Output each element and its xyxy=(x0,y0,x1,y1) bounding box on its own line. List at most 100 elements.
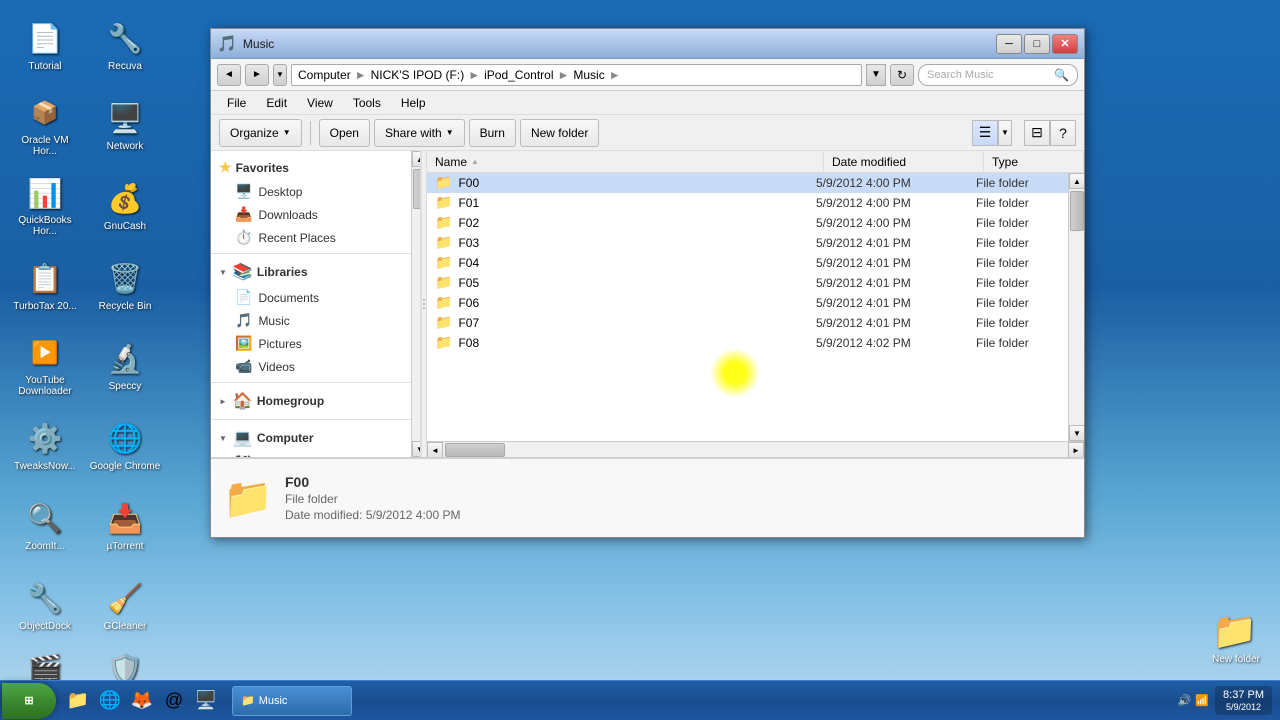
taskbar-icon-firefox[interactable]: 🦊 xyxy=(128,687,156,715)
nav-scroll-up[interactable]: ▲ xyxy=(412,151,421,167)
refresh-button[interactable]: ↻ xyxy=(890,64,914,86)
organize-button[interactable]: Organize ▼ xyxy=(219,119,302,147)
recent-button[interactable]: ▼ xyxy=(273,64,287,86)
explorer-window: 🎵 Music ─ □ ✕ ◄ ► ▼ Computer ► NICK'S IP… xyxy=(210,28,1085,538)
file-row-f01[interactable]: 📁 F01 5/9/2012 4:00 PM File folder xyxy=(427,193,1068,213)
nav-scroll-thumb[interactable] xyxy=(413,169,421,209)
nav-item-documents[interactable]: 📄 Documents xyxy=(211,286,411,309)
search-box[interactable]: Search Music 🔍 xyxy=(918,64,1078,86)
desktop-icon-gnucash[interactable]: 💰 GnuCash xyxy=(85,165,165,245)
nav-item-music[interactable]: 🎵 Music xyxy=(211,309,411,332)
window-title: Music xyxy=(243,37,274,51)
library-expand-icon[interactable]: ▼ xyxy=(219,268,227,277)
taskbar-icon-email[interactable]: @ xyxy=(160,687,188,715)
menu-help[interactable]: Help xyxy=(391,94,436,112)
address-dropdown-button[interactable]: ▼ xyxy=(866,64,886,86)
view-dropdown-button[interactable]: ▼ xyxy=(998,120,1012,146)
folder-icon-f02: 📁 xyxy=(435,214,452,231)
desktop-icon-chrome[interactable]: 🌐 Google Chrome xyxy=(85,405,165,485)
nav-item-downloads[interactable]: 📥 Downloads xyxy=(211,203,411,226)
taskbar-app-music[interactable]: 📁 Music xyxy=(232,686,352,716)
desktop-icon-youtube[interactable]: ▶️ YouTube Downloader xyxy=(5,325,85,405)
path-computer[interactable]: Computer xyxy=(298,68,351,82)
desktop-icon-speccy[interactable]: 🔬 Speccy xyxy=(85,325,165,405)
file-row-f02[interactable]: 📁 F02 5/9/2012 4:00 PM File folder xyxy=(427,213,1068,233)
desktop-icon-gcleaner[interactable]: 🧹 GCleaner xyxy=(85,565,165,645)
h-scroll-left[interactable]: ◄ xyxy=(427,442,443,457)
nav-item-recent[interactable]: ⏱️ Recent Places xyxy=(211,226,411,249)
nav-scroll-track[interactable] xyxy=(412,167,421,441)
h-scroll-thumb[interactable] xyxy=(445,443,505,457)
scroll-down-arrow[interactable]: ▼ xyxy=(1069,425,1084,441)
back-button[interactable]: ◄ xyxy=(217,64,241,86)
address-path[interactable]: Computer ► NICK'S IPOD (F:) ► iPod_Contr… xyxy=(291,64,862,86)
desktop-icon-quickbooks[interactable]: 📊 QuickBooks Hor... xyxy=(5,165,85,245)
desktop-icon-recuva[interactable]: 🔧 Recuva xyxy=(85,5,165,85)
menu-tools[interactable]: Tools xyxy=(343,94,391,112)
file-row-f08[interactable]: 📁 F08 5/9/2012 4:02 PM File folder xyxy=(427,333,1068,353)
nav-item-videos[interactable]: 📹 Videos xyxy=(211,355,411,378)
homegroup-header[interactable]: ► 🏠 Homegroup xyxy=(211,387,411,415)
open-button[interactable]: Open xyxy=(319,119,370,147)
col-header-date[interactable]: Date modified xyxy=(824,151,984,172)
menu-file[interactable]: File xyxy=(217,94,256,112)
taskbar-tray: 🔊 📶 8:37 PM 5/9/2012 xyxy=(1170,686,1280,716)
path-drive[interactable]: NICK'S IPOD (F:) xyxy=(371,68,465,82)
col-header-type[interactable]: Type xyxy=(984,151,1084,172)
folder-icon-f08: 📁 xyxy=(435,334,452,351)
desktop-icon-objectdock[interactable]: 🔧 ObjectDock xyxy=(5,565,85,645)
tray-icon-network[interactable]: 📶 xyxy=(1195,694,1209,707)
minimize-button[interactable]: ─ xyxy=(996,34,1022,54)
close-button[interactable]: ✕ xyxy=(1052,34,1078,54)
file-row-f07[interactable]: 📁 F07 5/9/2012 4:01 PM File folder xyxy=(427,313,1068,333)
libraries-header: ▼ 📚 Libraries xyxy=(211,258,411,286)
desktop-icon-network[interactable]: 🖥️ Network xyxy=(85,85,165,165)
nav-scroll-down[interactable]: ▼ xyxy=(412,441,421,457)
nav-item-pictures[interactable]: 🖼️ Pictures xyxy=(211,332,411,355)
search-icon[interactable]: 🔍 xyxy=(1054,68,1069,82)
menu-view[interactable]: View xyxy=(297,94,343,112)
nav-scrollbar[interactable]: ▲ ▼ xyxy=(411,151,421,457)
desktop-icon-new-folder[interactable]: 📁 New folder xyxy=(1212,610,1260,665)
maximize-button[interactable]: □ xyxy=(1024,34,1050,54)
desktop-icon-oracle[interactable]: 📦 Oracle VM Hor... xyxy=(5,85,85,165)
desktop-icon-zoomit[interactable]: 🔍 ZoomIt... xyxy=(5,485,85,565)
desktop-icon-turbotax[interactable]: 📋 TurboTax 20... xyxy=(5,245,85,325)
start-button[interactable]: ⊞ xyxy=(2,683,56,719)
taskbar-icon-screen[interactable]: 🖥️ xyxy=(192,687,220,715)
scroll-thumb[interactable] xyxy=(1070,191,1084,231)
system-clock[interactable]: 8:37 PM 5/9/2012 xyxy=(1215,686,1272,716)
view-details-button[interactable]: ☰ xyxy=(972,120,998,146)
file-row-f03[interactable]: 📁 F03 5/9/2012 4:01 PM File folder xyxy=(427,233,1068,253)
layout-help-button[interactable]: ? xyxy=(1050,120,1076,146)
share-button[interactable]: Share with ▼ xyxy=(374,119,465,147)
forward-button[interactable]: ► xyxy=(245,64,269,86)
path-folder[interactable]: Music xyxy=(573,68,604,82)
h-scroll-track[interactable] xyxy=(443,442,1068,457)
h-scroll-right[interactable]: ► xyxy=(1068,442,1084,457)
taskbar-icon-browser[interactable]: 🌐 xyxy=(96,687,124,715)
taskbar-icon-explorer[interactable]: 📁 xyxy=(64,687,92,715)
menu-edit[interactable]: Edit xyxy=(256,94,297,112)
new-folder-button[interactable]: New folder xyxy=(520,119,599,147)
scroll-up-arrow[interactable]: ▲ xyxy=(1069,173,1084,189)
desktop-icon-tweaksnow[interactable]: ⚙️ TweaksNow... xyxy=(5,405,85,485)
desktop-icon-tutorial[interactable]: 📄 Tutorial xyxy=(5,5,85,85)
layout-pane-button[interactable]: ⊟ xyxy=(1024,120,1050,146)
horizontal-scrollbar[interactable]: ◄ ► xyxy=(427,441,1084,457)
computer-header[interactable]: ▼ 💻 Computer xyxy=(211,424,411,452)
file-row-f00[interactable]: 📁 F00 5/9/2012 4:00 PM File folder xyxy=(427,173,1068,193)
file-row-f06[interactable]: 📁 F06 5/9/2012 4:01 PM File folder xyxy=(427,293,1068,313)
music-icon: 🎵 xyxy=(235,312,252,329)
path-control[interactable]: iPod_Control xyxy=(484,68,553,82)
desktop-icon-recycle[interactable]: 🗑️ Recycle Bin xyxy=(85,245,165,325)
nav-item-desktop[interactable]: 🖥️ Desktop xyxy=(211,180,411,203)
file-row-f04[interactable]: 📁 F04 5/9/2012 4:01 PM File folder xyxy=(427,253,1068,273)
file-row-f05[interactable]: 📁 F05 5/9/2012 4:01 PM File folder xyxy=(427,273,1068,293)
scroll-track[interactable] xyxy=(1069,189,1084,425)
col-header-name[interactable]: Name ▲ xyxy=(427,151,824,172)
file-vertical-scrollbar[interactable]: ▲ ▼ xyxy=(1068,173,1084,441)
desktop-icon-utorrent[interactable]: 📥 µTorrent xyxy=(85,485,165,565)
burn-button[interactable]: Burn xyxy=(469,119,516,147)
tray-icon-volume[interactable]: 🔊 xyxy=(1178,694,1192,707)
